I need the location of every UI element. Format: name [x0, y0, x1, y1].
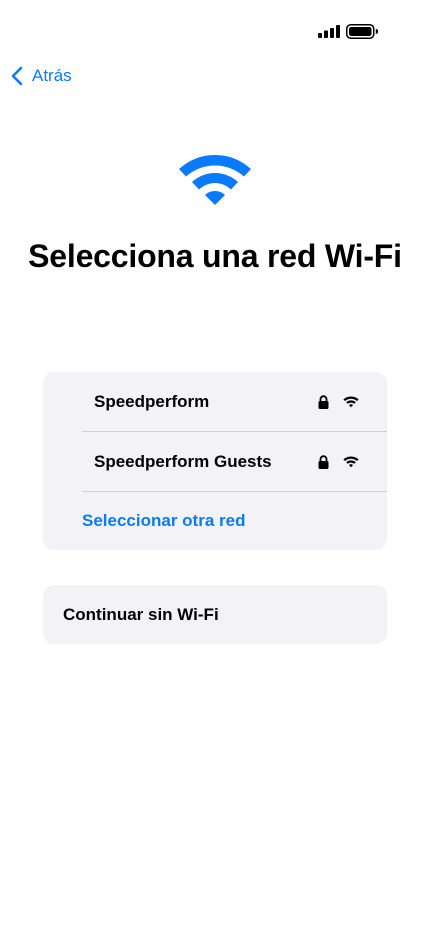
wifi-signal-icon: [343, 396, 359, 407]
network-list: Speedperform Speedperform Guests Selecci…: [43, 372, 387, 550]
back-label: Atrás: [32, 66, 72, 85]
continue-without-wifi-button[interactable]: Continuar sin Wi-Fi: [43, 585, 387, 644]
page-title: Selecciona una red Wi-Fi: [28, 238, 402, 274]
continue-without-wifi-label: Continuar sin Wi-Fi: [63, 604, 219, 624]
wifi-signal-icon: [343, 456, 359, 467]
network-name: Speedperform Guests: [94, 451, 272, 471]
network-item-speedperform[interactable]: Speedperform: [82, 372, 387, 431]
select-other-network-label: Seleccionar otra red: [82, 511, 246, 530]
cellular-signal-icon: [318, 25, 340, 38]
network-item-speedperform-guests[interactable]: Speedperform Guests: [82, 432, 387, 491]
wifi-icon: [179, 155, 251, 205]
lock-icon: [318, 454, 329, 469]
status-bar: [0, 0, 430, 54]
lock-icon: [318, 394, 329, 409]
network-name: Speedperform: [94, 391, 210, 411]
select-other-network-button[interactable]: Seleccionar otra red: [43, 492, 387, 550]
chevron-left-icon: [11, 66, 23, 86]
back-button[interactable]: Atrás: [10, 64, 72, 88]
battery-icon: [346, 24, 378, 39]
